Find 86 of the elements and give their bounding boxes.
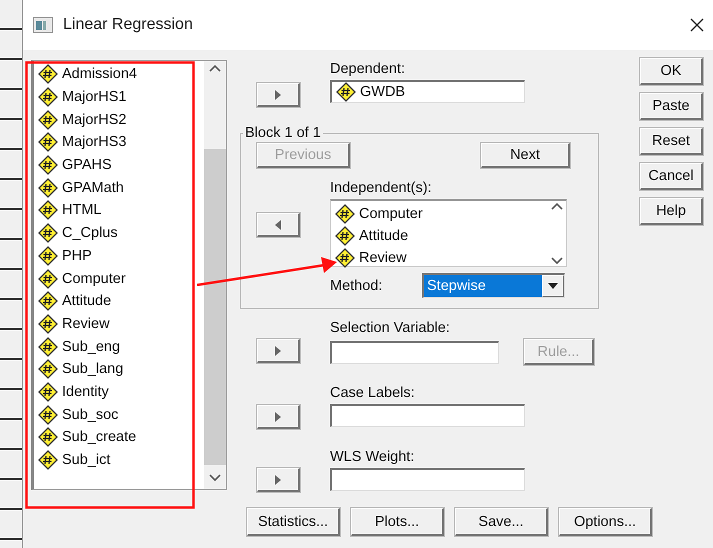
- variable-item[interactable]: Sub_soc: [62, 406, 118, 423]
- dialog-button[interactable]: Options...: [559, 508, 652, 536]
- move-arrow-button[interactable]: [257, 468, 300, 492]
- case-labels-field[interactable]: [330, 404, 525, 427]
- variable-item[interactable]: Sub_ict: [62, 452, 110, 468]
- caret-icon: [548, 283, 558, 289]
- variable-item[interactable]: Computer: [359, 206, 423, 222]
- variable-item[interactable]: MajorHS1: [62, 89, 126, 106]
- window-icon: [33, 17, 53, 33]
- hash-diamond-icon: [38, 200, 58, 220]
- hash-diamond-icon: [38, 268, 58, 289]
- wls-weight-field[interactable]: [330, 468, 525, 491]
- selection-variable-label: Selection Variable:: [330, 320, 451, 337]
- hash-diamond-icon: [335, 248, 355, 268]
- move-arrow-button[interactable]: [257, 405, 300, 429]
- variable-item[interactable]: Sub_lang: [62, 361, 124, 378]
- dialog-button[interactable]: Cancel: [640, 163, 703, 190]
- variable-item[interactable]: C_Cplus: [62, 225, 118, 242]
- hash-diamond-icon: [38, 223, 58, 244]
- chevron-down-icon: [209, 474, 221, 482]
- hash-diamond-icon: [38, 87, 58, 108]
- variable-item[interactable]: GPAHS: [62, 157, 112, 174]
- hash-diamond-icon: [336, 82, 356, 102]
- chevron-up-icon: [551, 203, 563, 210]
- window-title: Linear Regression: [63, 16, 193, 34]
- dialog-button[interactable]: Reset: [640, 128, 703, 155]
- right-triangle-icon: [273, 410, 283, 424]
- dependent-label: Dependent:: [330, 61, 406, 78]
- variable-item[interactable]: GPAMath: [62, 180, 124, 196]
- hash-diamond-icon: [335, 226, 355, 246]
- hash-diamond-icon: [38, 110, 58, 130]
- hash-diamond-icon: [38, 382, 58, 402]
- move-arrow-button[interactable]: [257, 83, 300, 107]
- wls-weight-label: WLS Weight:: [330, 449, 416, 466]
- variable-item[interactable]: Sub_create: [62, 429, 136, 446]
- hash-diamond-icon: [38, 450, 58, 470]
- left-triangle-icon: [273, 218, 283, 232]
- dialog-button[interactable]: Help: [640, 198, 703, 225]
- variable-item[interactable]: Review: [62, 316, 110, 332]
- selection-variable-field[interactable]: [330, 340, 499, 364]
- hash-diamond-icon: [38, 404, 58, 425]
- dialog-button[interactable]: Save...: [455, 508, 548, 536]
- right-triangle-icon: [273, 472, 283, 486]
- next-button[interactable]: Next: [481, 143, 570, 168]
- variable-list[interactable]: Admission4 MajorHS1 MajorHS2 MajorHS3 GPAHS GPAMath HTML C_Cplus PHP Computer Attitude Review Sub_eng Sub_lang Identity Sub_soc Sub_create Sub_ict: [31, 60, 227, 490]
- chevron-up-icon: [209, 65, 221, 73]
- right-triangle-icon: [273, 344, 283, 358]
- variable-item[interactable]: PHP: [62, 248, 92, 264]
- variable-item[interactable]: Attitude: [359, 228, 408, 244]
- independents-list[interactable]: Computer Attitude Review: [330, 199, 567, 267]
- hash-diamond-icon: [38, 359, 58, 380]
- dialog-button[interactable]: OK: [640, 58, 703, 85]
- move-arrow-button[interactable]: [257, 339, 300, 363]
- dialog-button[interactable]: Statistics...: [247, 508, 340, 536]
- hash-diamond-icon: [335, 204, 355, 224]
- variable-item[interactable]: MajorHS2: [62, 112, 126, 128]
- hash-diamond-icon: [38, 132, 58, 152]
- hash-diamond-icon: [38, 427, 58, 448]
- method-dropdown[interactable]: Stepwise: [422, 273, 565, 298]
- independents-label: Independent(s):: [330, 180, 433, 197]
- method-label: Method:: [330, 278, 384, 294]
- scrollbar[interactable]: [204, 61, 226, 489]
- dependent-field[interactable]: GWDB: [330, 80, 525, 103]
- hash-diamond-icon: [38, 314, 58, 334]
- close-icon[interactable]: [689, 17, 705, 33]
- variable-item[interactable]: Admission4: [62, 66, 137, 82]
- dialog-button[interactable]: Paste: [640, 93, 703, 120]
- hash-diamond-icon: [38, 336, 58, 357]
- block-title: Block 1 of 1: [244, 125, 322, 141]
- variable-item[interactable]: Computer: [62, 270, 126, 287]
- move-arrow-button[interactable]: [257, 213, 300, 237]
- hash-diamond-icon: [38, 178, 58, 198]
- hash-diamond-icon: [38, 155, 58, 176]
- chevron-down-icon: [551, 256, 563, 264]
- case-labels-label: Case Labels:: [330, 385, 416, 402]
- variable-item[interactable]: Identity: [62, 384, 109, 400]
- dialog-button[interactable]: Plots...: [351, 508, 444, 536]
- variable-item[interactable]: Review: [359, 250, 407, 266]
- variable-item[interactable]: MajorHS3: [62, 134, 126, 150]
- hash-diamond-icon: [38, 246, 58, 266]
- variable-item[interactable]: Sub_eng: [62, 338, 120, 355]
- hash-diamond-icon: [38, 64, 58, 84]
- variable-item[interactable]: HTML: [62, 202, 102, 218]
- variable-item[interactable]: Attitude: [62, 293, 112, 310]
- right-triangle-icon: [273, 88, 283, 102]
- hash-diamond-icon: [38, 291, 58, 312]
